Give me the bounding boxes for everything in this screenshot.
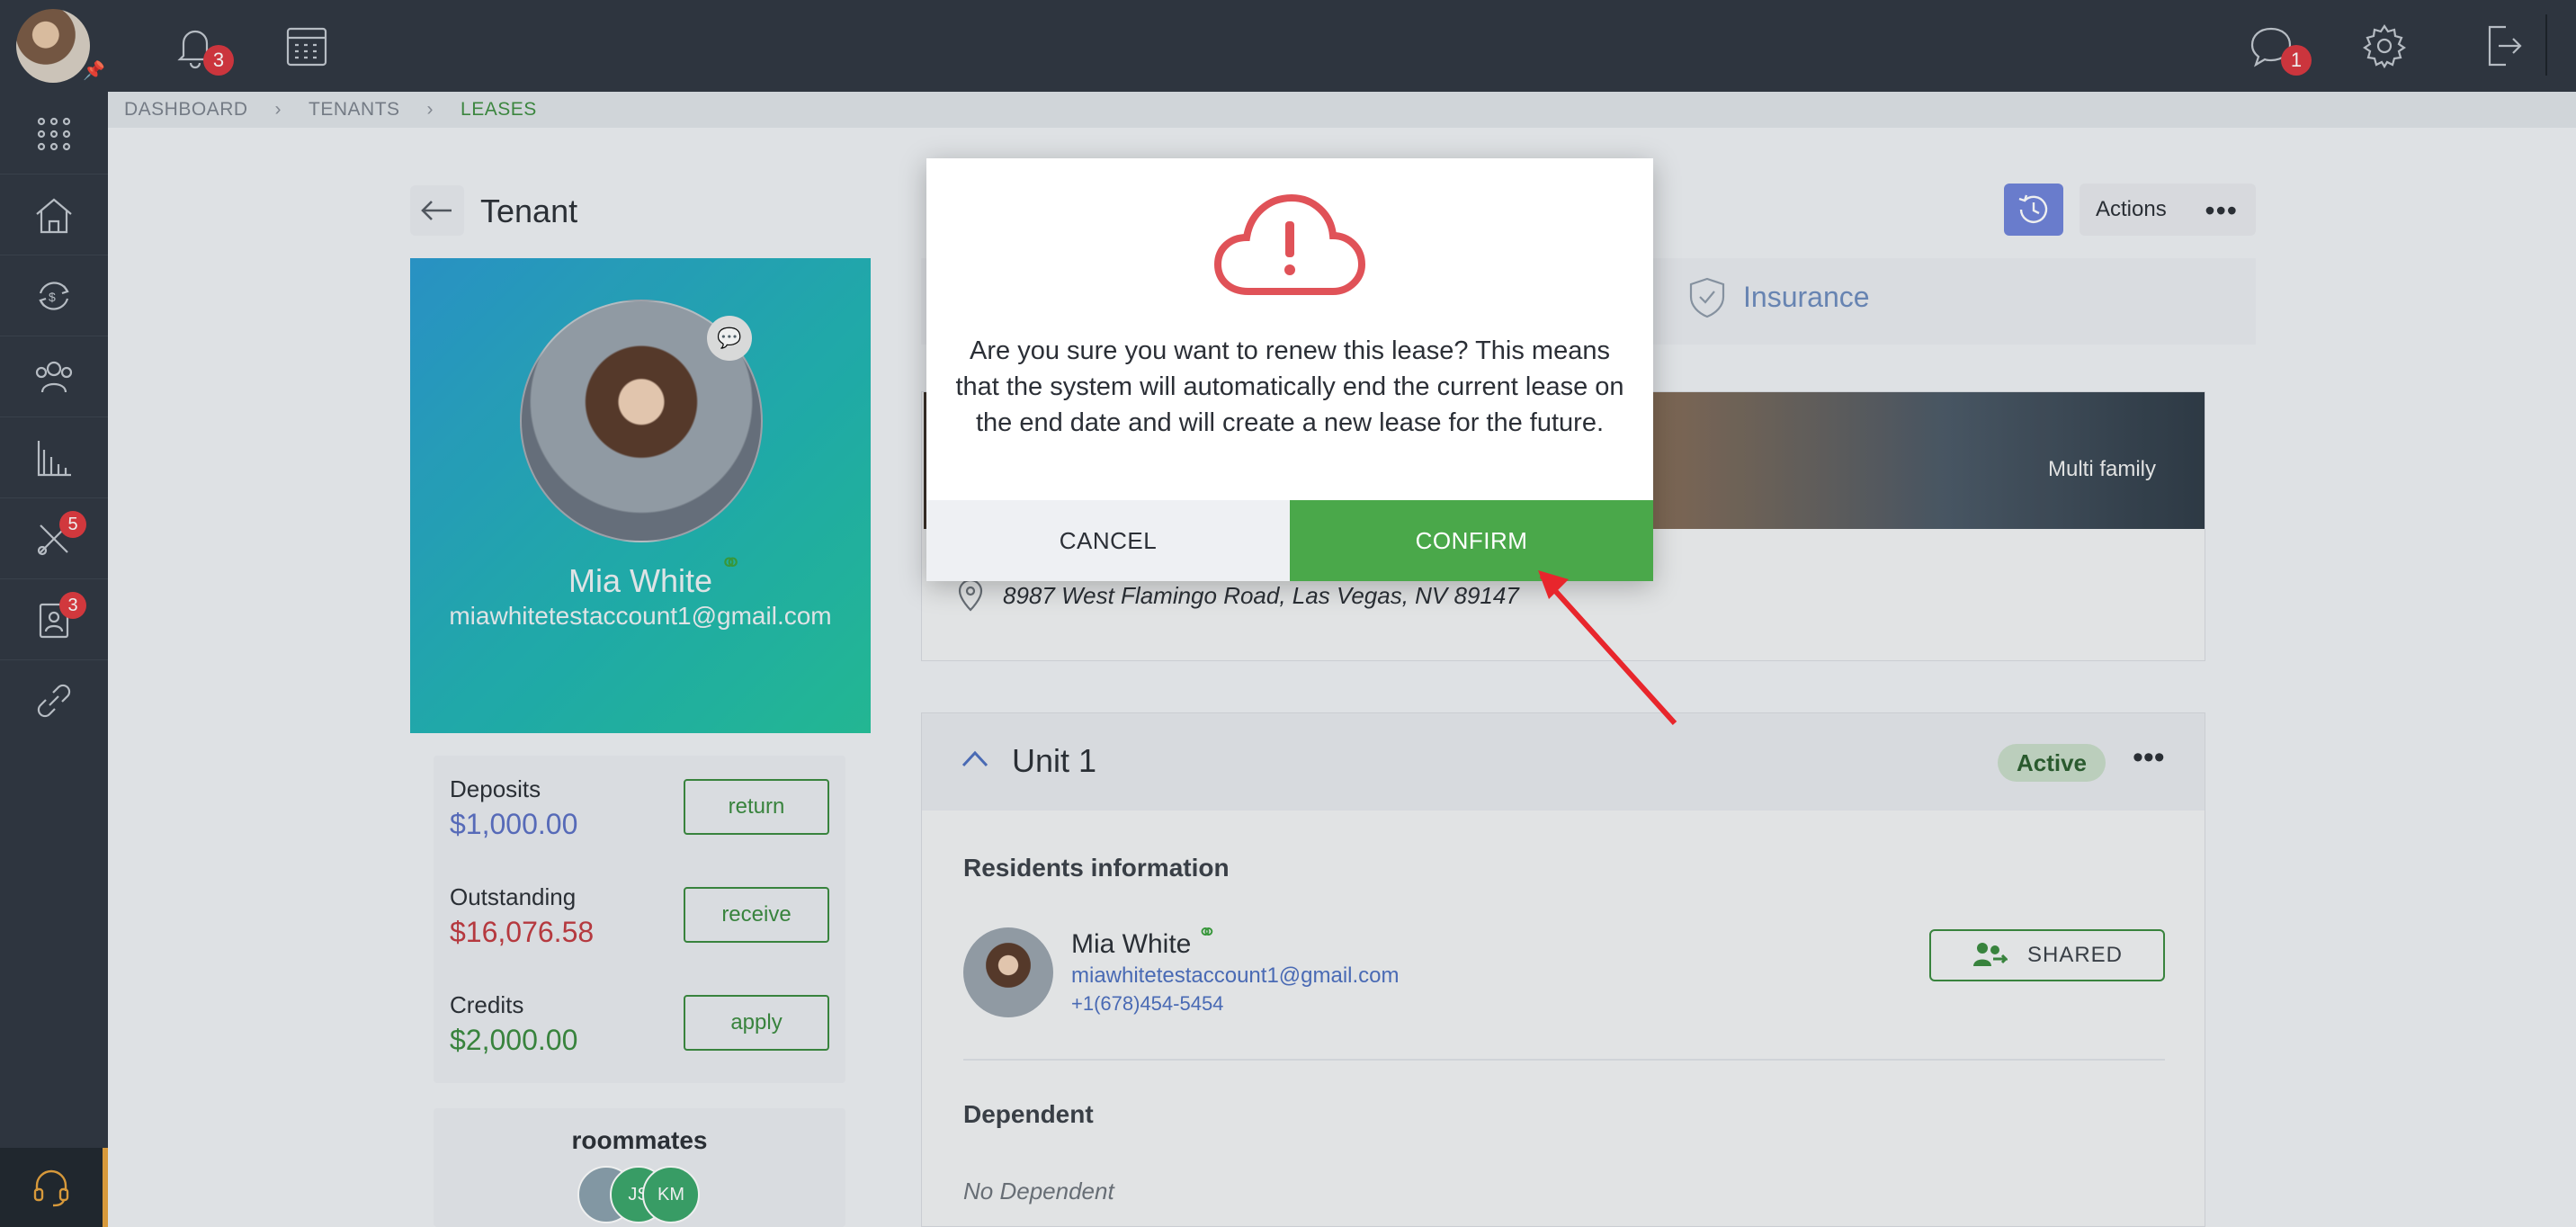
dialog-message: Are you sure you want to renew this leas…: [955, 336, 1624, 437]
annotation-arrow-icon: [1538, 570, 1677, 726]
renew-lease-confirm-dialog: Are you sure you want to renew this leas…: [926, 158, 1653, 581]
cancel-button[interactable]: CANCEL: [926, 500, 1290, 581]
cloud-alert-icon: [1213, 193, 1366, 295]
